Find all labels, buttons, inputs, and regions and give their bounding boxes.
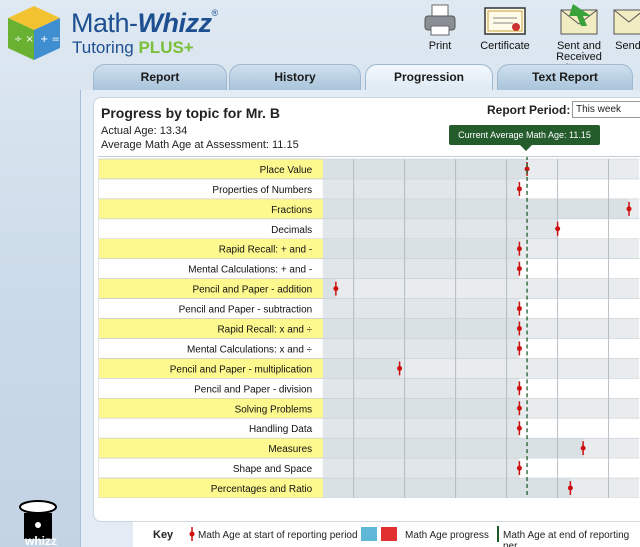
topic-label: Place Value — [260, 165, 313, 176]
topic-label: Shape and Space — [233, 464, 313, 475]
topic-progress-band — [323, 318, 520, 339]
print-button[interactable]: Print — [419, 2, 461, 52]
average-math-age: Average Math Age at Assessment: 11.15 — [101, 139, 299, 151]
key-start-label: Math Age at start of reporting period — [198, 530, 358, 541]
math-age-start-dot — [580, 445, 586, 451]
topic-label: Mental Calculations: x and ÷ — [187, 344, 313, 355]
topic-label: Fractions — [271, 205, 312, 216]
topic-progress-band — [323, 238, 520, 259]
math-age-start-dot — [516, 405, 522, 411]
topic-label: Decimals — [271, 225, 312, 236]
math-age-start-dot — [333, 286, 339, 292]
svg-text:÷ ×: ÷ × — [14, 34, 34, 45]
topic-progress-band — [323, 358, 400, 379]
topic-progress-band — [323, 198, 630, 219]
topic-label: Percentages and Ratio — [211, 484, 313, 495]
topic-label: Measures — [268, 444, 312, 455]
topic-label: Solving Problems — [235, 404, 313, 415]
topic-progress-band — [323, 438, 584, 459]
math-age-start-dot — [397, 365, 403, 371]
topic-label: Properties of Numbers — [212, 185, 312, 196]
math-whizz-logo-icon: ÷ × + = — [8, 6, 60, 60]
topic-progress-band — [323, 258, 520, 279]
topic-progress-band — [323, 178, 520, 199]
math-age-start-dot — [516, 465, 522, 471]
report-title: Progress by topic for Mr. B — [101, 105, 280, 121]
topic-progress-band — [323, 398, 520, 419]
topic-label: Pencil and Paper - division — [194, 384, 312, 395]
math-age-start-dot — [516, 306, 522, 312]
actual-age: Actual Age: 13.34 — [101, 125, 188, 137]
svg-text:+ =: + = — [40, 34, 60, 45]
math-age-start-dot — [516, 186, 522, 192]
topic-progress-band — [323, 298, 520, 319]
math-age-start-dot — [516, 345, 522, 351]
printer-icon — [424, 4, 456, 36]
progress-swatch-icon — [361, 527, 397, 541]
whizz-logo-text: whizz — [25, 534, 57, 547]
topic-progress-band — [323, 418, 520, 439]
topic-label: Rapid Recall: x and ÷ — [217, 324, 312, 335]
certificate-button[interactable]: Certificate — [475, 2, 535, 52]
topic-label: Handling Data — [249, 424, 313, 435]
math-age-start-dot — [555, 226, 561, 232]
math-age-start-dot — [516, 385, 522, 391]
topic-progress-band — [323, 478, 571, 498]
whizz-logo: whizz — [16, 497, 64, 547]
topic-label: Pencil and Paper - subtraction — [179, 305, 313, 316]
send-envelope-icon — [613, 9, 640, 35]
current-average-badge: Current Average Math Age: 11.15 — [449, 125, 600, 151]
topic-row-background — [323, 278, 640, 299]
send-button[interactable]: Send — [608, 2, 640, 52]
topic-label: Pencil and Paper - multiplication — [170, 364, 312, 375]
topic-progress-band — [323, 338, 520, 359]
app-subtitle: Tutoring PLUS+ — [72, 38, 194, 57]
topic-progress-band — [323, 218, 558, 239]
math-age-start-dot — [516, 246, 522, 252]
math-age-start-dot — [516, 326, 522, 331]
math-age-start-dot — [626, 206, 632, 212]
math-age-start-dot — [516, 425, 522, 431]
app-name: Math-Whizz® — [71, 8, 218, 38]
tab-progression[interactable]: Progression — [365, 64, 493, 90]
key-end-label: Math Age at end of reporting per — [503, 530, 630, 547]
progression-chart: Place Value Properties of Numbers Fraction… — [98, 156, 640, 498]
chart-key: Key Math Age at start of reporting perio… — [133, 521, 640, 547]
topic-label: Rapid Recall: + and - — [219, 245, 312, 256]
math-age-start-dot — [567, 485, 573, 491]
topic-progress-band — [323, 378, 520, 399]
math-age-start-dot — [516, 266, 522, 272]
key-title: Key — [153, 529, 174, 541]
report-period-select[interactable]: This week — [572, 101, 640, 118]
envelope-arrow-icon — [560, 4, 598, 35]
topic-label: Mental Calculations: + and - — [188, 265, 312, 276]
topic-label: Pencil and Paper - addition — [192, 285, 312, 296]
certificate-icon — [484, 7, 526, 35]
topic-progress-band — [323, 458, 520, 479]
tab-history[interactable]: History — [229, 64, 361, 90]
key-progress-label: Math Age progress — [405, 530, 489, 541]
report-period-label: Report Period: — [487, 103, 571, 117]
start-marker-icon — [189, 527, 195, 541]
tab-report[interactable]: Report — [93, 64, 227, 90]
end-line-icon — [497, 526, 499, 542]
tab-text-report[interactable]: Text Report — [497, 64, 633, 90]
